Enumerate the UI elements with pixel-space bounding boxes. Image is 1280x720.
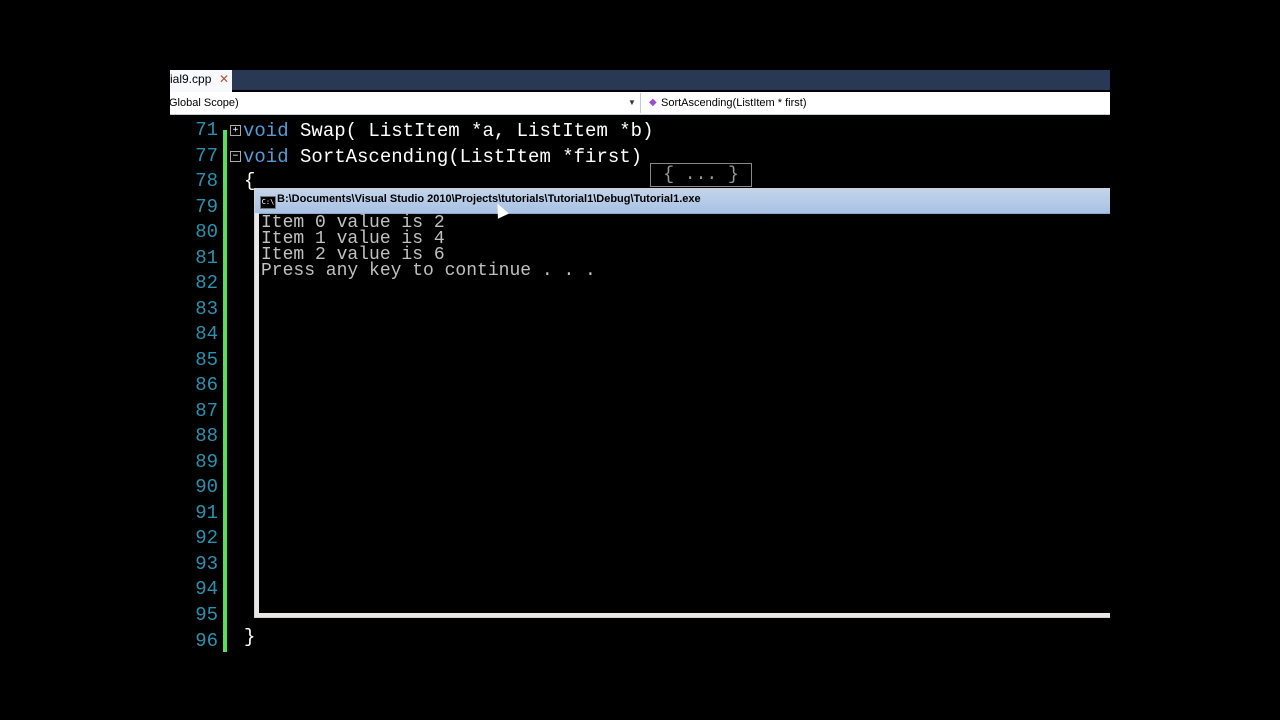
close-brace: } [244,626,256,648]
line-number: 84 [195,323,218,345]
console-line: Press any key to continue . . . [261,261,596,281]
line-number: 93 [195,553,218,575]
close-icon[interactable]: ✕ [219,70,229,89]
collapsed-region[interactable]: { ... } [650,163,752,187]
tab-file-label: ial9.cpp [170,72,212,86]
method-icon: ◆ [649,97,657,108]
keyword: void [243,146,289,168]
line-number: 80 [195,221,218,243]
expand-icon[interactable]: + [230,125,241,136]
line-number: 92 [195,527,218,549]
tab-file[interactable]: ial9.cpp ✕ [170,70,232,92]
line-number: 91 [195,502,218,524]
code-line-71[interactable]: void Swap( ListItem *a, ListItem *b) [243,120,653,142]
line-number: 79 [195,196,218,218]
line-number: 88 [195,425,218,447]
line-number: 85 [195,349,218,371]
console-title: B:\Documents\Visual Studio 2010\Projects… [277,193,701,205]
line-number: 90 [195,476,218,498]
code-text: Swap( ListItem *a, ListItem *b) [288,120,654,142]
line-number: 86 [195,374,218,396]
scope-dropdown-label: Global Scope) [170,97,239,109]
chevron-down-icon[interactable]: ▼ [628,93,636,113]
line-number: 87 [195,400,218,422]
console-title-bar[interactable]: C:\ B:\Documents\Visual Studio 2010\Proj… [255,189,1110,214]
line-number: 83 [195,298,218,320]
console-icon: C:\ [260,196,276,209]
navigation-bar: Global Scope) ▼ ◆ SortAscending(ListItem… [170,92,1110,115]
line-number: 95 [195,604,218,626]
member-dropdown[interactable]: ◆ SortAscending(ListItem * first) [646,93,1110,113]
member-dropdown-label: SortAscending(ListItem * first) [661,97,807,109]
line-number: 82 [195,272,218,294]
scope-dropdown[interactable]: Global Scope) ▼ [170,93,641,113]
code-text: SortAscending(ListItem *first) [288,146,643,168]
collapse-icon[interactable]: − [230,151,241,162]
line-number: 77 [195,145,218,167]
line-number: 94 [195,578,218,600]
line-number: 78 [195,170,218,192]
line-number: 89 [195,451,218,473]
change-tracking-bar [223,130,227,652]
line-number: 81 [195,247,218,269]
console-output[interactable]: Item 0 value is 2 Item 1 value is 4 Item… [255,213,1110,617]
line-number: 71 [195,119,218,141]
keyword: void [243,120,289,142]
line-number: 96 [195,630,218,652]
console-window[interactable]: C:\ B:\Documents\Visual Studio 2010\Proj… [254,188,1110,618]
code-line-77[interactable]: void SortAscending(ListItem *first) [243,146,642,168]
document-tab-strip: ial9.cpp ✕ [170,70,1110,92]
